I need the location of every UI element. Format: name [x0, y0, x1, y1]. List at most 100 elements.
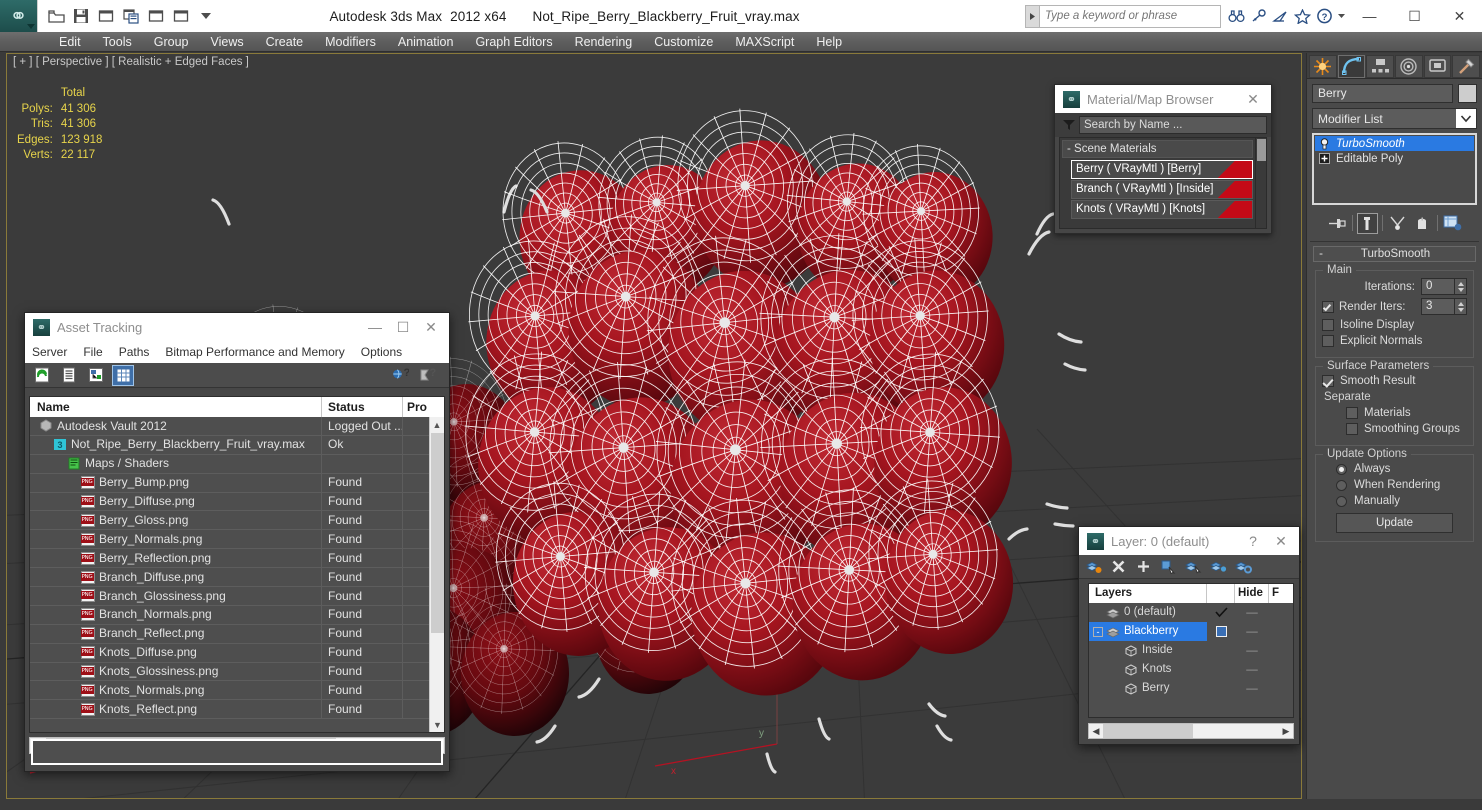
current-layer-cell[interactable] [1207, 641, 1235, 660]
search-dropdown-icon[interactable] [1026, 5, 1040, 27]
layer-row[interactable]: 0 (default) — [1089, 603, 1293, 622]
open-icon[interactable] [45, 5, 67, 27]
binoculars-icon[interactable] [1225, 5, 1247, 27]
render-iters-value[interactable]: 3 [1421, 298, 1455, 315]
display-tab[interactable] [1423, 55, 1452, 78]
at-menu-file[interactable]: File [83, 345, 110, 359]
asset-row[interactable]: Berry_Reflection.png Found [30, 548, 444, 569]
current-layer-cell[interactable] [1207, 603, 1235, 622]
scroll-down-icon[interactable]: ▼ [430, 717, 444, 732]
render-iters-spinner[interactable]: 3 [1421, 298, 1467, 315]
layer-scroll-left-icon[interactable]: ◀ [1089, 726, 1103, 737]
satellite-icon[interactable] [1269, 5, 1291, 27]
menu-item-maxscript[interactable]: MAXScript [724, 32, 805, 52]
hide-cell[interactable]: — [1235, 679, 1269, 698]
asset-row[interactable]: Branch_Glossiness.png Found [30, 586, 444, 606]
layer-row-list[interactable]: 0 (default) — - Blackberry — Inside — Knots — Ber… [1089, 603, 1293, 698]
menu-item-customize[interactable]: Customize [643, 32, 724, 52]
asset-row[interactable]: Berry_Bump.png Found [30, 473, 444, 493]
layer-hscroll-track[interactable] [1103, 724, 1279, 738]
close-button[interactable]: ✕ [1437, 0, 1482, 32]
highlight-selected-icon[interactable] [1210, 558, 1227, 575]
list-view-icon[interactable] [58, 365, 80, 386]
select-highlighted-icon[interactable] [1185, 558, 1202, 575]
asset-row[interactable]: Branch_Normals.png Found [30, 605, 444, 625]
mmb-group-expander[interactable]: - [1067, 143, 1071, 155]
object-name-field[interactable]: Berry [1312, 84, 1453, 103]
layer-close-button[interactable]: ✕ [1267, 528, 1295, 554]
isoline-display-checkbox[interactable] [1322, 319, 1334, 331]
configure-sets-icon[interactable] [1442, 213, 1463, 234]
hide-cell[interactable]: — [1235, 603, 1269, 622]
chevron-down-icon[interactable] [1456, 109, 1476, 128]
menu-item-help[interactable]: Help [805, 32, 853, 52]
layer-column-hide[interactable]: Hide [1235, 584, 1269, 603]
layer-column-layers[interactable]: Layers [1089, 584, 1207, 603]
mmb-list-area[interactable]: - Scene Materials Berry ( VRayMtl ) [Ber… [1059, 137, 1267, 229]
menu-item-animation[interactable]: Animation [387, 32, 465, 52]
asset-row[interactable]: Branch_Reflect.png Found [30, 624, 444, 644]
mmb-title-bar[interactable]: ⚭ Material/Map Browser ✕ [1055, 85, 1271, 113]
separate-materials-checkbox[interactable] [1346, 407, 1358, 419]
mmb-group-scene-materials[interactable]: - Scene Materials [1062, 140, 1253, 158]
menu-item-group[interactable]: Group [143, 32, 200, 52]
asset-row[interactable]: Autodesk Vault 2012 Logged Out ... [30, 417, 444, 436]
asset-tracking-vscroll-thumb[interactable] [431, 433, 444, 633]
column-header-pro[interactable]: Pro [403, 397, 444, 417]
hide-cell[interactable]: — [1235, 641, 1269, 660]
show-end-result-icon[interactable] [1356, 212, 1378, 234]
remove-modifier-icon[interactable] [1412, 213, 1433, 234]
current-layer-cell[interactable] [1207, 679, 1235, 698]
explicit-normals-checkbox[interactable] [1322, 335, 1334, 347]
maximize-button[interactable]: ☐ [1392, 0, 1437, 32]
modifier-stack-item[interactable]: Editable Poly [1315, 151, 1474, 166]
minimize-button[interactable]: — [1347, 0, 1392, 32]
modifier-stack[interactable]: TurboSmooth Editable Poly [1312, 133, 1477, 205]
mmb-search-input[interactable]: Search by Name ... [1079, 116, 1267, 134]
material-map-browser-window[interactable]: ⚭ Material/Map Browser ✕ Search by Name … [1054, 84, 1272, 234]
asset-row[interactable]: Knots_Reflect.png Found [30, 699, 444, 720]
new-icon[interactable] [145, 5, 167, 27]
smooth-result-row[interactable]: Smooth Result [1322, 375, 1467, 387]
hide-cell[interactable]: — [1235, 622, 1269, 641]
layer-manager-grid[interactable]: Layers Hide F 0 (default) — - Blackberry — In… [1088, 583, 1294, 718]
asset-tracking-vscrollbar[interactable]: ▲ ▼ [429, 417, 444, 732]
isoline-display-row[interactable]: Isoline Display [1322, 319, 1467, 331]
redo-icon[interactable] [120, 5, 142, 27]
layer-hscroll-thumb[interactable] [1103, 724, 1193, 738]
update-option-when-rendering[interactable]: When Rendering [1336, 479, 1467, 491]
freeze-cell[interactable] [1269, 622, 1293, 641]
separate-smoothing-groups-checkbox[interactable] [1346, 423, 1358, 435]
iterations-value[interactable]: 0 [1421, 278, 1455, 295]
help-query-icon[interactable]: ? [416, 365, 438, 386]
update-options-radio-list[interactable]: Always When Rendering Manually [1322, 463, 1467, 507]
key-icon[interactable] [1247, 5, 1269, 27]
menu-item-modifiers[interactable]: Modifiers [314, 32, 387, 52]
make-unique-icon[interactable] [1387, 213, 1408, 234]
asset-row[interactable]: Knots_Glossiness.png Found [30, 662, 444, 682]
layer-column-freeze[interactable]: F [1269, 584, 1293, 603]
grid-view-icon[interactable] [112, 364, 134, 386]
layer-manager-window[interactable]: ⚭ Layer: 0 (default) ? ✕ Layers Hide F 0… [1078, 526, 1300, 745]
explicit-normals-row[interactable]: Explicit Normals [1322, 335, 1467, 347]
hierarchy-tab[interactable] [1366, 55, 1395, 78]
render-iters-checkbox[interactable] [1322, 300, 1334, 313]
at-menu-paths[interactable]: Paths [119, 345, 158, 359]
layer-row[interactable]: Berry — [1089, 679, 1293, 698]
asset-tracking-window[interactable]: ⚭ Asset Tracking — ☐ ✕ Server File Paths Bi… [24, 312, 450, 772]
refresh-icon[interactable] [31, 365, 53, 386]
qat-dropdown-icon[interactable] [195, 5, 217, 27]
material-item[interactable]: Branch ( VRayMtl ) [Inside] [1071, 180, 1253, 199]
smooth-result-checkbox[interactable] [1322, 375, 1334, 387]
mmb-close-button[interactable]: ✕ [1239, 86, 1267, 112]
current-layer-cell[interactable] [1207, 622, 1235, 641]
freeze-cell[interactable] [1269, 660, 1293, 679]
iterations-spinner[interactable]: 0 [1421, 278, 1467, 295]
render-iters-spinner-arrows[interactable] [1455, 298, 1467, 315]
viewport-label[interactable]: [ + ] [ Perspective ] [ Realistic + Edge… [13, 56, 249, 68]
at-menu-options[interactable]: Options [361, 345, 410, 359]
update-option-manually[interactable]: Manually [1336, 495, 1467, 507]
asset-row[interactable]: Knots_Diffuse.png Found [30, 643, 444, 663]
asset-row[interactable]: Berry_Diffuse.png Found [30, 492, 444, 512]
layer-row[interactable]: Knots — [1089, 660, 1293, 679]
